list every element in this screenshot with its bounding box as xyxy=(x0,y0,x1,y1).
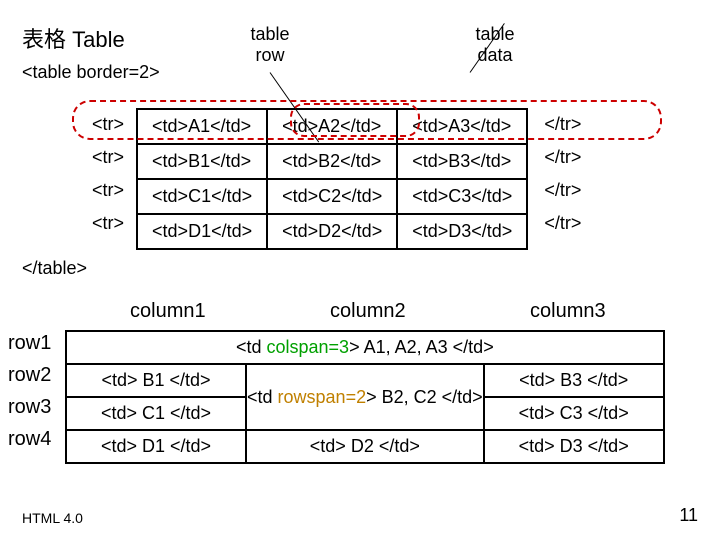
tr-close: </tr> xyxy=(530,141,591,174)
table-row: <td colspan=3> A1, A2, A3 </td> xyxy=(66,331,664,364)
highlight-cell-td xyxy=(290,103,420,137)
cell: <td>C1</td> xyxy=(137,179,267,214)
column-header: column1 xyxy=(130,300,206,323)
cell: <td> D1 </td> xyxy=(66,430,246,463)
cell: <td> D2 </td> xyxy=(246,430,484,463)
footer-left: HTML 4.0 xyxy=(22,510,83,526)
cell: <td>B2</td> xyxy=(267,144,397,179)
column-header: column2 xyxy=(330,300,406,323)
cell: <td> B1 </td> xyxy=(66,364,246,397)
row-label: row1 xyxy=(8,332,51,355)
cell: <td>B3</td> xyxy=(397,144,527,179)
cell: <td>C2</td> xyxy=(267,179,397,214)
cell: <td>C3</td> xyxy=(397,179,527,214)
row-label: row4 xyxy=(8,428,51,451)
attr-rowspan: rowspan=2 xyxy=(278,387,367,407)
tr-close: </tr> xyxy=(530,207,591,240)
tr-close: </tr> xyxy=(530,174,591,207)
cell: <td> C3 </td> xyxy=(484,397,664,430)
cell-colspan: <td colspan=3> A1, A2, A3 </td> xyxy=(66,331,664,364)
table-row: <td>B1</td> <td>B2</td> <td>B3</td> xyxy=(137,144,527,179)
cell: <td> C1 </td> xyxy=(66,397,246,430)
table-row: <td> D1 </td> <td> D2 </td> <td> D3 </td… xyxy=(66,430,664,463)
cell: <td>D2</td> xyxy=(267,214,397,249)
page-title: 表格 Table xyxy=(22,22,125,54)
row-label: row3 xyxy=(8,396,51,419)
tr-open: <tr> xyxy=(82,141,134,174)
column-header: column3 xyxy=(530,300,606,323)
example2: <td colspan=3> A1, A2, A3 </td> <td> B1 … xyxy=(65,330,665,464)
example2-table: <td colspan=3> A1, A2, A3 </td> <td> B1 … xyxy=(65,330,665,464)
code-table-open: <table border=2> xyxy=(22,62,160,83)
row-label: row2 xyxy=(8,364,51,387)
table-row: <td> B1 </td> <td rowspan=2> B2, C2 </td… xyxy=(66,364,664,397)
cell: <td>D3</td> xyxy=(397,214,527,249)
tr-open: <tr> xyxy=(82,207,134,240)
attr-colspan: colspan=3 xyxy=(267,337,350,357)
code-table-close: </table> xyxy=(22,258,87,279)
cell: <td> B3 </td> xyxy=(484,364,664,397)
callout-table-data: table data xyxy=(460,24,530,66)
tr-open: <tr> xyxy=(82,174,134,207)
cell: <td> D3 </td> xyxy=(484,430,664,463)
cell-rowspan: <td rowspan=2> B2, C2 </td> xyxy=(246,364,484,430)
page-number: 11 xyxy=(679,505,698,526)
table-row: <td>D1</td> <td>D2</td> <td>D3</td> xyxy=(137,214,527,249)
cell: <td>B1</td> xyxy=(137,144,267,179)
table-row: <td>C1</td> <td>C2</td> <td>C3</td> xyxy=(137,179,527,214)
slide: 表格 Table <table border=2> table row tabl… xyxy=(0,0,720,540)
callout-table-row: table row xyxy=(235,24,305,66)
cell: <td>D1</td> xyxy=(137,214,267,249)
